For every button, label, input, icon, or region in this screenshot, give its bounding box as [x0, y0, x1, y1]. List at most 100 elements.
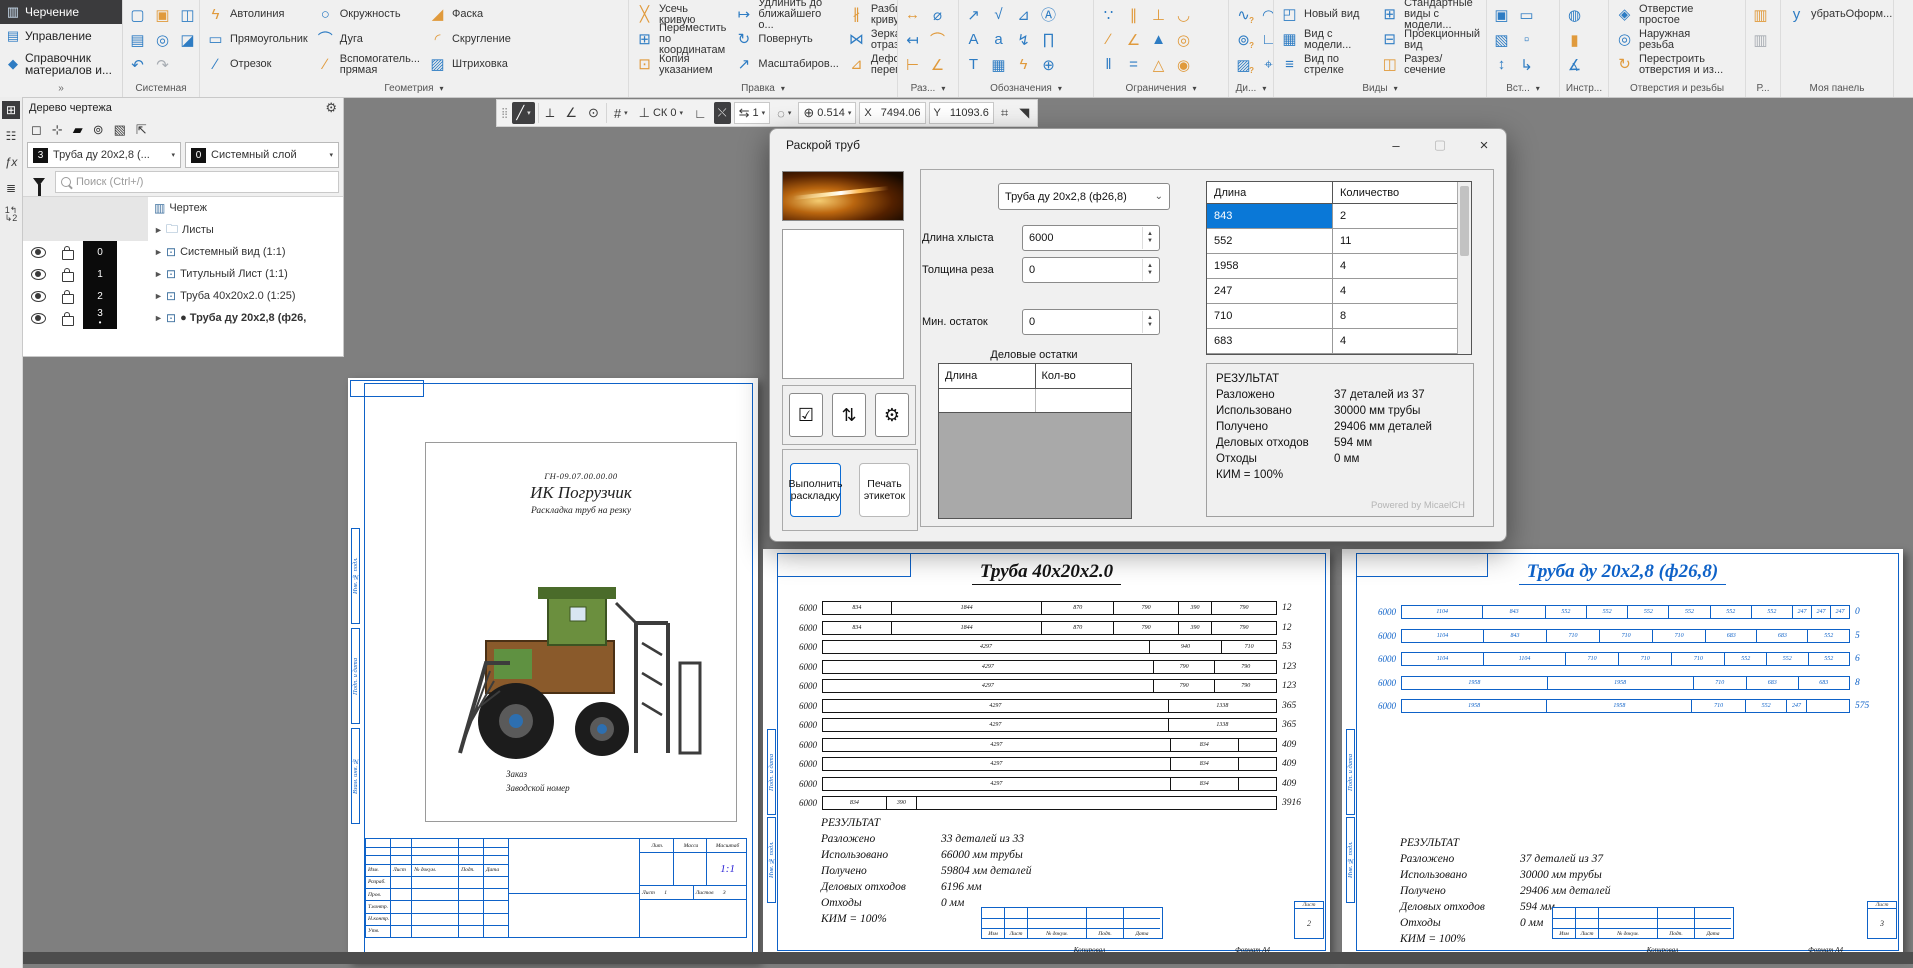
remnants-table[interactable]: Длина Кол-во	[938, 363, 1132, 519]
parts-table-row[interactable]: 55211	[1207, 229, 1457, 254]
search-input[interactable]: Поиск (Ctrl+/)	[55, 171, 339, 193]
auto-dimension-icon[interactable]: ↔	[901, 2, 924, 27]
ribbon-group-label[interactable]: Отверстия и резьбы	[1609, 80, 1745, 97]
ribbon-button[interactable]: ▭Прямоугольник	[203, 27, 311, 52]
cursor-x-field[interactable]: X 7494.06	[859, 102, 925, 124]
stock-length-input[interactable]: 6000▲▼	[1022, 225, 1160, 251]
angular-dimension-icon[interactable]: ∠	[926, 52, 949, 77]
ribbon-button[interactable]: ▦Вид с модели...	[1277, 27, 1375, 52]
change-order-icon[interactable]: 1↰↳2	[2, 205, 20, 223]
ribbon-button[interactable]: ◈Отверстие простое	[1612, 2, 1726, 27]
toolbox-icon[interactable]: ◍	[1563, 2, 1586, 27]
marker-icon[interactable]: ▮	[1563, 27, 1586, 52]
tree-row[interactable]: ►🗀Листы	[23, 219, 343, 241]
ribbon-button[interactable]: ◢Фаска	[425, 2, 514, 27]
eyedropper-icon[interactable]: ◥	[1015, 102, 1033, 124]
arc-dimension-icon[interactable]: ⌒	[926, 27, 949, 52]
angle-icon[interactable]: ∠	[1122, 27, 1145, 52]
part-length-cell[interactable]: 1958	[1207, 254, 1333, 278]
parts-table-row[interactable]: 7108	[1207, 304, 1457, 329]
print-preview-icon[interactable]: ◎	[151, 27, 174, 52]
part-length-cell[interactable]: 683	[1207, 329, 1333, 353]
roughness2-icon[interactable]: ▲	[1147, 27, 1170, 52]
ribbon-button[interactable]: ∕Вспомогатель... прямая	[313, 52, 423, 77]
linear-dimension-icon[interactable]: ↤	[901, 27, 924, 52]
show-structure-icon[interactable]: ◻	[31, 122, 42, 138]
undo-icon[interactable]: ↶	[126, 52, 149, 77]
gear-icon[interactable]: ⚙	[325, 100, 337, 116]
part-qty-cell[interactable]: 4	[1333, 329, 1457, 353]
ribbon-button[interactable]: ↻Повернуть	[731, 27, 841, 52]
lightning-icon[interactable]: ϟ	[1012, 52, 1035, 77]
measure-icon[interactable]: ∡	[1563, 52, 1586, 77]
lock-icon[interactable]	[62, 294, 74, 304]
ribbon-button[interactable]: ⊞Стандартные виды с модели...	[1377, 2, 1483, 27]
ribbon-group-label[interactable]: Ди...▾	[1229, 80, 1273, 97]
show-axes-icon[interactable]: ⊹	[52, 122, 63, 138]
table-scrollbar[interactable]	[1457, 182, 1471, 354]
redo-icon[interactable]: ↷	[151, 52, 174, 77]
ribbon-group-label[interactable]: Инстр...	[1560, 80, 1608, 97]
parts-table-row[interactable]: 6834	[1207, 329, 1457, 354]
part-qty-cell[interactable]: 4	[1333, 279, 1457, 303]
tree-panel-icon[interactable]: ⊞	[2, 101, 20, 119]
tree-row[interactable]: 0►⊡Системный вид (1:1)	[23, 241, 343, 263]
curve-q-icon[interactable]: ∿	[1232, 2, 1255, 27]
visibility-eye-icon[interactable]	[31, 269, 46, 280]
arrow-note-icon[interactable]: ↗	[962, 2, 985, 27]
sheet-title-page[interactable]: Инв. № подл. Подп. и дата Взам. инв. № Г…	[348, 378, 758, 962]
sketch-frame-icon[interactable]: ▫	[1515, 27, 1538, 52]
ribbon-button[interactable]: ◎Наружная резьба	[1612, 27, 1726, 52]
ribbon-button[interactable]: ≡Вид по стрелке	[1277, 52, 1375, 77]
ribbon-group-label[interactable]: Р...	[1746, 80, 1780, 97]
tangent-icon[interactable]: ◡	[1172, 2, 1195, 27]
ribbon-button[interactable]: ⊿Деформация перемещением	[844, 52, 898, 77]
cut-line-icon[interactable]: ∏	[1037, 27, 1060, 52]
part-qty-cell[interactable]: 11	[1333, 229, 1457, 253]
snap-mode-button[interactable]: ╱▾	[512, 102, 534, 124]
part-length-cell[interactable]: 247	[1207, 279, 1333, 303]
grid-button[interactable]: #▾	[610, 102, 632, 124]
perpendicular-icon[interactable]: ⊥	[1147, 2, 1170, 27]
open-icon[interactable]: ▣	[151, 2, 174, 27]
ortho-icon[interactable]: ⟂	[542, 102, 559, 124]
picture-icon[interactable]: ▧	[1490, 27, 1513, 52]
corner-q-icon[interactable]: ∟	[1257, 27, 1274, 52]
leader-text-icon[interactable]: A	[962, 27, 985, 52]
ribbon-button[interactable]: ⊞Переместить по координатам	[632, 27, 729, 52]
pipe-type-combo[interactable]: Труба ду 20х2,8 (ф26,8)⌄	[998, 183, 1170, 210]
ribbon-button[interactable]: ⊟Проекционный вид	[1377, 27, 1483, 52]
zoom-area-button[interactable]: ◌▾	[773, 102, 795, 124]
ribbon-button[interactable]: ⋈Зеркально отразить	[844, 27, 898, 52]
ribbon-button[interactable]: ▨Штриховка	[425, 52, 514, 77]
sheet-pipe40[interactable]: Подп. и дата Инв. № подл. Труба 40х20х2.…	[763, 549, 1330, 955]
tab-materials[interactable]: ◆ Справочник материалов и...	[0, 48, 122, 80]
remnants-listbox[interactable]	[782, 229, 904, 379]
visibility-eye-icon[interactable]	[31, 291, 46, 302]
ribbon-group-label[interactable]: Раз...▾	[898, 80, 958, 97]
ribbon-group-label[interactable]: Вст...▾	[1487, 80, 1559, 97]
close-button[interactable]: ×	[1462, 129, 1506, 161]
part-length-cell[interactable]: 552	[1207, 229, 1333, 253]
move-view-icon[interactable]: ↕	[1490, 52, 1513, 77]
ribbon-group-label[interactable]: Ограничения▾	[1094, 80, 1228, 97]
min-remnant-input[interactable]: 0▲▼	[1022, 309, 1160, 335]
ribbon-button[interactable]: ↗Масштабиров...	[731, 52, 841, 77]
ribbon-collapse-chevron[interactable]: »	[0, 80, 122, 97]
run-nesting-button[interactable]: Выполнить раскладку	[790, 463, 841, 517]
ribbon-button[interactable]: ↻Перестроить отверстия и из...	[1612, 52, 1726, 77]
ribbon-group-label[interactable]: Обозначения▾	[959, 80, 1093, 97]
options-button[interactable]: ⚙	[875, 393, 909, 437]
layers-panel-icon[interactable]: ≣	[2, 179, 20, 197]
constraint-q-icon[interactable]: ⊚	[1232, 27, 1255, 52]
doc-search-icon[interactable]: ▥	[1749, 27, 1772, 52]
ribbon-button[interactable]: ∦Разбить кривую	[844, 2, 898, 27]
ribbon-group-label[interactable]: Правка▾	[629, 80, 897, 97]
ribbon-group-label[interactable]: Системная	[123, 80, 199, 97]
lock-icon[interactable]	[62, 316, 74, 326]
tree-row[interactable]: 1►⊡Титульный Лист (1:1)	[23, 263, 343, 285]
lock-icon[interactable]	[62, 272, 74, 282]
current-layer-combo[interactable]: 0 Системный слой ▾	[185, 142, 339, 168]
ribbon-button[interactable]: ○Окружность	[313, 2, 423, 27]
ribbon-button[interactable]: ↦Удлинить до ближайшего о...	[731, 2, 841, 27]
